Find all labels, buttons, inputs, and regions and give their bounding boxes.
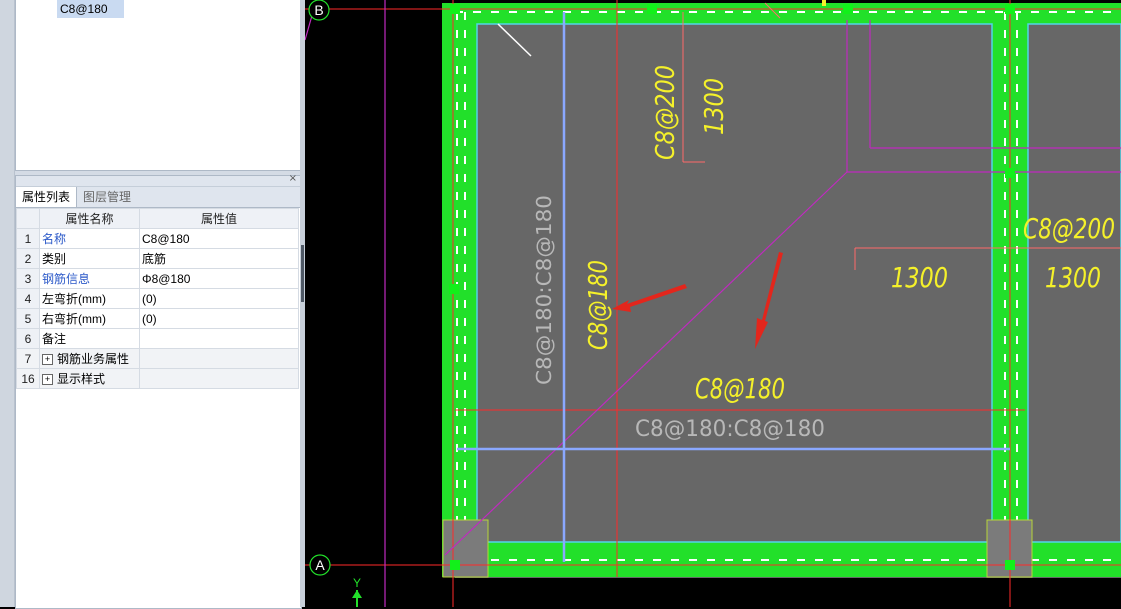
property-name: 类别 bbox=[39, 248, 140, 269]
property-value[interactable]: Φ8@180 bbox=[139, 268, 299, 289]
y-axis-label: Y bbox=[353, 576, 361, 590]
y-axis-arrow-icon bbox=[352, 590, 362, 598]
property-tabs: 属性列表 图层管理 bbox=[16, 187, 301, 208]
tree-item-selected[interactable]: C8@180 bbox=[57, 0, 124, 18]
table-row[interactable]: 5 右弯折(mm) (0) bbox=[16, 308, 299, 329]
table-row[interactable]: 4 左弯折(mm) (0) bbox=[16, 288, 299, 309]
label-1300-right[interactable]: 1300 bbox=[1045, 261, 1101, 294]
component-tree[interactable]: C8@180 bbox=[15, 0, 302, 171]
property-value[interactable] bbox=[139, 328, 299, 349]
row-number: 6 bbox=[16, 328, 40, 349]
label-1300-left[interactable]: 1300 bbox=[700, 78, 730, 135]
table-row-group[interactable]: 16 + 显示样式 bbox=[16, 368, 299, 389]
property-group-name: + 显示样式 bbox=[39, 368, 140, 389]
left-panel: C8@180 × 属性列表 图层管理 属性名称 属性值 1 名称 C8@180 … bbox=[0, 0, 305, 609]
row-number: 7 bbox=[16, 348, 40, 369]
table-row-group[interactable]: 7 + 钢筋业务属性 bbox=[16, 348, 299, 369]
property-group-label: 钢筋业务属性 bbox=[57, 352, 130, 366]
expand-icon[interactable]: + bbox=[42, 374, 53, 386]
row-number: 3 bbox=[16, 268, 40, 289]
property-value bbox=[139, 368, 299, 389]
drawing-canvas[interactable]: B A Y C8@200 1300 C8@200 1300 1300 C8@18… bbox=[305, 0, 1121, 607]
table-header-row: 属性名称 属性值 bbox=[16, 208, 299, 229]
label-gray-horizontal[interactable]: C8@180:C8@180 bbox=[635, 417, 825, 442]
property-name: 左弯折(mm) bbox=[39, 288, 140, 309]
axis-label-a: A bbox=[315, 557, 325, 573]
axis-label-b: B bbox=[314, 2, 323, 18]
property-name: 名称 bbox=[39, 228, 140, 249]
property-group-label: 显示样式 bbox=[57, 372, 106, 386]
property-name: 备注 bbox=[39, 328, 140, 349]
cad-drawing[interactable]: B A Y C8@200 1300 C8@200 1300 1300 C8@18… bbox=[305, 0, 1121, 607]
tab-layer-management[interactable]: 图层管理 bbox=[77, 187, 137, 207]
property-panel-titlebar: × bbox=[16, 173, 301, 187]
left-edge-strip bbox=[0, 0, 15, 607]
property-value bbox=[139, 348, 299, 369]
label-c8-180-horizontal[interactable]: C8@180 bbox=[695, 372, 785, 405]
property-group-name: + 钢筋业务属性 bbox=[39, 348, 140, 369]
row-number: 1 bbox=[16, 228, 40, 249]
splitter-grip[interactable] bbox=[301, 245, 304, 302]
row-number-header bbox=[16, 208, 40, 229]
row-number: 5 bbox=[16, 308, 40, 329]
close-icon[interactable]: × bbox=[289, 173, 297, 184]
label-c8-200-right[interactable]: C8@200 bbox=[1023, 212, 1115, 245]
table-row[interactable]: 2 类别 底筋 bbox=[16, 248, 299, 269]
column-left[interactable] bbox=[442, 519, 489, 578]
property-name: 右弯折(mm) bbox=[39, 308, 140, 329]
property-name: 钢筋信息 bbox=[39, 268, 140, 289]
label-c8-200-left[interactable]: C8@200 bbox=[651, 65, 681, 160]
property-panel: × 属性列表 图层管理 属性名称 属性值 1 名称 C8@180 2 类别 底筋 bbox=[15, 173, 302, 609]
yellow-marker bbox=[822, 0, 826, 6]
row-number: 16 bbox=[16, 368, 40, 389]
row-number: 2 bbox=[16, 248, 40, 269]
table-row[interactable]: 1 名称 C8@180 bbox=[16, 228, 299, 249]
column-header-name: 属性名称 bbox=[39, 208, 140, 229]
beam-left[interactable] bbox=[442, 3, 480, 577]
label-c8-180-vertical[interactable]: C8@180 bbox=[584, 260, 614, 350]
label-gray-vertical[interactable]: C8@180:C8@180 bbox=[532, 195, 556, 385]
column-header-value: 属性值 bbox=[139, 208, 299, 229]
expand-icon[interactable]: + bbox=[42, 354, 53, 366]
property-value[interactable]: 底筋 bbox=[139, 248, 299, 269]
tab-property-list[interactable]: 属性列表 bbox=[16, 187, 78, 207]
property-value[interactable]: C8@180 bbox=[139, 228, 299, 249]
label-1300-mid[interactable]: 1300 bbox=[891, 261, 948, 294]
row-number: 4 bbox=[16, 288, 40, 309]
property-value[interactable]: (0) bbox=[139, 288, 299, 309]
property-value[interactable]: (0) bbox=[139, 308, 299, 329]
property-table: 属性名称 属性值 1 名称 C8@180 2 类别 底筋 3 钢筋信息 Φ8@1… bbox=[16, 208, 299, 389]
table-row[interactable]: 3 钢筋信息 Φ8@180 bbox=[16, 268, 299, 289]
table-row[interactable]: 6 备注 bbox=[16, 328, 299, 349]
